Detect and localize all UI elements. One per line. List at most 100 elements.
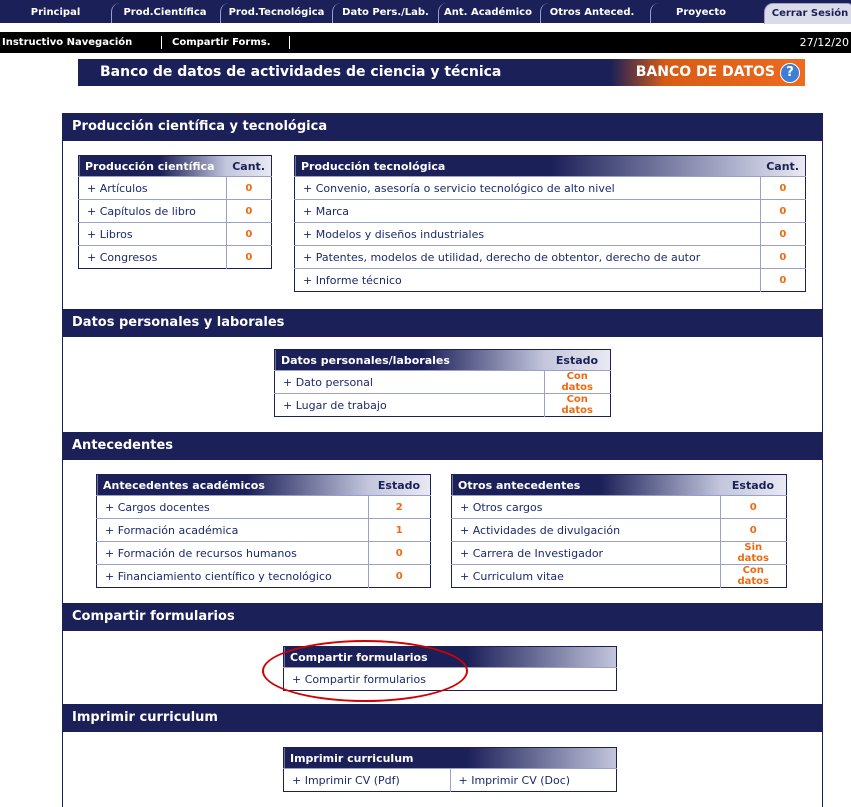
table-row[interactable]: + Dato personal Con datos [274, 370, 611, 394]
row-link[interactable]: + Capítulos de libro [78, 199, 227, 223]
imprimir-cv-pdf-link[interactable]: + Imprimir CV (Pdf) [283, 768, 450, 792]
row-link[interactable]: + Dato personal [274, 370, 544, 394]
row-link[interactable]: + Modelos y diseños industriales [294, 222, 761, 246]
table-header: Imprimir curriculum [283, 747, 617, 769]
current-date: 27/12/20 [799, 36, 849, 49]
tab-dato-pers-lab[interactable]: Dato Pers./Lab. [332, 3, 438, 23]
tab-otros-anteced[interactable]: Otros Anteced. [540, 3, 643, 23]
table-header: Otros antecedentes [451, 474, 720, 496]
row-value: 0 [225, 245, 272, 269]
row-link[interactable]: + Formación académica [96, 518, 368, 542]
banner-brand-label: BANCO DE DATOS [635, 64, 775, 80]
row-value: 0 [225, 176, 272, 200]
table-row[interactable]: + Capítulos de libro 0 [78, 199, 272, 223]
row-link[interactable]: + Informe técnico [294, 268, 761, 292]
table-row[interactable]: + Formación académica 1 [96, 518, 431, 542]
table-row[interactable]: + Informe técnico 0 [294, 268, 806, 292]
table-header: Antecedentes académicos [96, 474, 368, 496]
compartir-forms-link[interactable]: Compartir Forms. [172, 32, 271, 53]
table-row[interactable]: + Convenio, asesoría o servicio tecnológ… [294, 176, 806, 200]
row-link[interactable]: + Convenio, asesoría o servicio tecnológ… [294, 176, 761, 200]
row-value: Con datos [543, 393, 611, 417]
row-value: 2 [367, 495, 431, 519]
row-value: 0 [719, 495, 787, 519]
tab-ant-academico[interactable]: Ant. Académico [438, 3, 537, 23]
table-header: Producción científica [78, 155, 227, 177]
help-icon[interactable]: ? [780, 63, 800, 83]
table-row[interactable]: + Cargos docentes 2 [96, 495, 431, 519]
row-link[interactable]: + Formación de recursos humanos [96, 541, 368, 565]
row-link[interactable]: + Libros [78, 222, 227, 246]
tab-prod-tecnologica[interactable]: Prod.Tecnológica [220, 3, 332, 23]
page-banner: Banco de datos de actividades de ciencia… [78, 59, 805, 86]
table-row[interactable]: + Formación de recursos humanos 0 [96, 541, 431, 565]
row-value: 0 [759, 176, 806, 200]
row-value: Con datos [543, 370, 611, 394]
section-header-produccion: Producción científica y tecnológica [62, 113, 823, 141]
row-value: 0 [759, 199, 806, 223]
table-row[interactable]: + Curriculum vitae Con datos [451, 564, 787, 588]
table-row[interactable]: + Patentes, modelos de utilidad, derecho… [294, 245, 806, 269]
divider [161, 36, 162, 49]
row-value: Con datos [719, 564, 787, 588]
highlight-ellipse [262, 640, 468, 702]
column-header: Estado [544, 349, 611, 371]
row-link[interactable]: + Cargos docentes [96, 495, 368, 519]
row-link[interactable]: + Artículos [78, 176, 227, 200]
row-link[interactable]: + Curriculum vitae [451, 564, 720, 588]
row-link[interactable]: + Lugar de trabajo [274, 393, 544, 417]
row-link[interactable]: + Carrera de Investigador [451, 541, 720, 565]
row-value: Sin datos [719, 541, 787, 565]
section-header-antecedentes: Antecedentes [62, 432, 823, 460]
table-header: Producción tecnológica [294, 155, 761, 177]
table-row[interactable]: + Modelos y diseños industriales 0 [294, 222, 806, 246]
table-row[interactable]: + Actividades de divulgación 0 [451, 518, 787, 542]
table-row[interactable]: + Marca 0 [294, 199, 806, 223]
table-row[interactable]: + Imprimir CV (Pdf) + Imprimir CV (Doc) [283, 768, 617, 792]
column-header: Estado [368, 474, 431, 496]
table-row[interactable]: + Libros 0 [78, 222, 272, 246]
tab-principal[interactable]: Principal [8, 3, 103, 23]
row-link[interactable]: + Actividades de divulgación [451, 518, 720, 542]
table-row[interactable]: + Otros cargos 0 [451, 495, 787, 519]
table-row[interactable]: + Lugar de trabajo Con datos [274, 393, 611, 417]
row-value: 0 [759, 245, 806, 269]
row-link[interactable]: + Financiamiento científico y tecnológic… [96, 564, 368, 588]
tab-cerrar-sesion[interactable]: Cerrar Sesión [764, 3, 851, 24]
column-header: Cant. [226, 155, 272, 177]
divider [289, 36, 290, 49]
top-nav-bar: Principal Prod.Científica Prod.Tecnológi… [0, 0, 851, 24]
banner-brand: BANCO DE DATOS ? [611, 59, 805, 86]
secondary-nav-bar: Instructivo Navegación Compartir Forms. … [0, 32, 851, 53]
table-imprimir-curriculum: Imprimir curriculum + Imprimir CV (Pdf) … [283, 747, 617, 792]
table-row[interactable]: + Carrera de Investigador Sin datos [451, 541, 787, 565]
tab-proyecto[interactable]: Proyecto [650, 3, 751, 23]
row-link[interactable]: + Marca [294, 199, 761, 223]
section-header-datos: Datos personales y laborales [62, 309, 823, 337]
row-value: 0 [759, 268, 806, 292]
column-header: Cant. [760, 155, 806, 177]
table-antecedentes-academicos: Antecedentes académicos Estado + Cargos … [96, 474, 431, 588]
row-link[interactable]: + Patentes, modelos de utilidad, derecho… [294, 245, 761, 269]
table-row[interactable]: + Artículos 0 [78, 176, 272, 200]
table-row[interactable]: + Congresos 0 [78, 245, 272, 269]
row-value: 0 [367, 564, 431, 588]
table-header: Datos personales/laborales [274, 349, 544, 371]
table-row[interactable]: + Financiamiento científico y tecnológic… [96, 564, 431, 588]
tab-prod-cientifica[interactable]: Prod.Científica [111, 3, 218, 23]
row-value: 0 [719, 518, 787, 542]
row-value: 0 [759, 222, 806, 246]
row-link[interactable]: + Congresos [78, 245, 227, 269]
imprimir-cv-doc-link[interactable]: + Imprimir CV (Doc) [449, 768, 617, 792]
row-value: 1 [367, 518, 431, 542]
row-link[interactable]: + Otros cargos [451, 495, 720, 519]
instructivo-link[interactable]: Instructivo Navegación [2, 32, 132, 53]
table-datos-personales: Datos personales/laborales Estado + Dato… [274, 349, 611, 417]
section-header-compartir: Compartir formularios [62, 603, 823, 631]
row-value: 0 [225, 222, 272, 246]
section-header-imprimir: Imprimir curriculum [62, 704, 823, 732]
table-otros-antecedentes: Otros antecedentes Estado + Otros cargos… [451, 474, 787, 588]
table-produccion-cientifica: Producción científica Cant. + Artículos … [78, 155, 272, 269]
page-title: Banco de datos de actividades de ciencia… [100, 64, 502, 80]
row-value: 0 [367, 541, 431, 565]
